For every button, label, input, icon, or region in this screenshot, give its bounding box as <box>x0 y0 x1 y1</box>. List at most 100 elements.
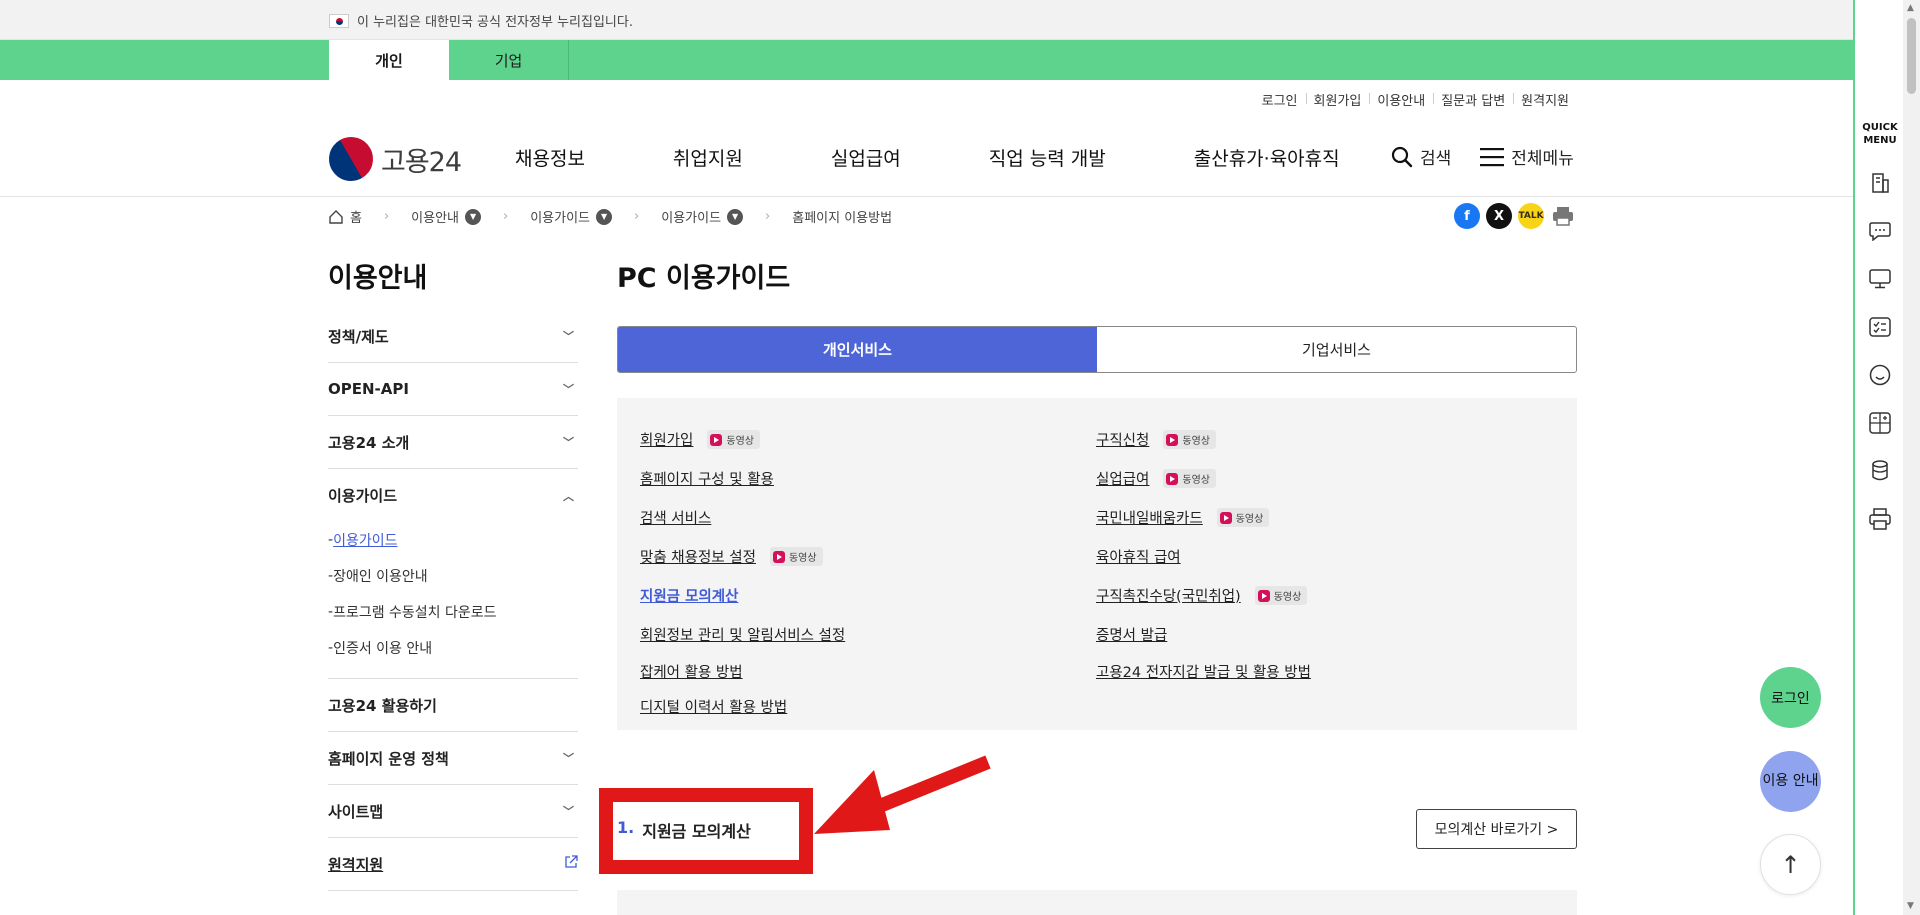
play-icon <box>710 433 723 446</box>
caret-down-icon[interactable]: ▼ <box>596 208 613 225</box>
video-badge[interactable]: 동영상 <box>1163 469 1216 488</box>
guide-link[interactable]: 구직촉진수당(국민취업) <box>1096 585 1241 606</box>
guide-link[interactable]: 증명서 발급 <box>1096 624 1167 645</box>
list-item: 육아휴직 급여 <box>1096 537 1311 576</box>
sidebar-item-label: 사이트맵 <box>328 802 384 821</box>
list-item: 회원정보 관리 및 알림서비스 설정 <box>640 615 845 654</box>
floating-guide-button[interactable]: 이용 안내 <box>1760 751 1821 812</box>
video-badge[interactable]: 동영상 <box>1216 508 1270 527</box>
building-icon[interactable] <box>1868 171 1892 195</box>
nav-employment-support[interactable]: 취업지원 <box>673 144 743 171</box>
scrollbar-thumb[interactable] <box>1907 18 1916 94</box>
sidebar-item-label: 이용가이드 <box>328 487 398 505</box>
nav-jobs[interactable]: 채용정보 <box>515 144 585 171</box>
nav-parental-leave[interactable]: 출산휴가·육아휴직 <box>1194 144 1340 171</box>
tab-business-service[interactable]: 기업서비스 <box>1097 327 1576 372</box>
sidebar-item-use[interactable]: 고용24 활용하기 <box>328 679 578 732</box>
submenu-item-manual-install[interactable]: - 프로그램 수동설치 다운로드 <box>328 594 578 630</box>
list-item: 홈페이지 구성 및 활용 <box>640 459 845 498</box>
tab-personal[interactable]: 개인 <box>329 40 449 80</box>
guide-link[interactable]: 회원정보 관리 및 알림서비스 설정 <box>640 624 845 645</box>
util-signup-link[interactable]: 회원가입 <box>1305 90 1370 109</box>
guide-link[interactable]: 디지털 이력서 활용 방법 <box>640 696 787 717</box>
guide-link[interactable]: 구직신청 <box>1096 429 1149 450</box>
tab-business[interactable]: 기업 <box>449 40 569 80</box>
util-guide-link[interactable]: 이용안내 <box>1369 90 1433 109</box>
submenu-item-guide[interactable]: - 이용가이드 <box>328 522 578 558</box>
guide-link[interactable]: 고용24 전자지갑 발급 및 활용 방법 <box>1096 661 1311 682</box>
scroll-up-icon[interactable]: ▲ <box>1907 3 1914 13</box>
list-item: 고용24 전자지갑 발급 및 활용 방법 <box>1096 654 1311 689</box>
guide-link-active[interactable]: 지원금 모의계산 <box>640 585 738 606</box>
sidebar-item-policy[interactable]: 정책/제도 ﹀ <box>328 310 578 363</box>
guide-link[interactable]: 맞춤 채용정보 설정 <box>640 546 756 567</box>
sidebar-item-open-api[interactable]: OPEN-API ﹀ <box>328 363 578 416</box>
guide-column-right: 구직신청 동영상 실업급여 동영상 국민내일배움카드 동영상 육아휴직 급여 구… <box>1096 420 1311 689</box>
mock-calc-shortcut-button[interactable]: 모의계산 바로가기 > <box>1416 809 1577 849</box>
breadcrumb-item[interactable]: 이용가이드 ▼ <box>661 207 744 226</box>
list-item: 디지털 이력서 활용 방법 <box>640 689 845 724</box>
guide-link[interactable]: 육아휴직 급여 <box>1096 546 1181 567</box>
breadcrumb-label: 이용안내 <box>411 211 460 226</box>
sidebar-item-remote[interactable]: 원격지원 <box>328 838 578 891</box>
guide-link[interactable]: 검색 서비스 <box>640 507 711 528</box>
caret-down-icon[interactable]: ▼ <box>727 208 744 225</box>
guide-link-list: 회원가입 동영상 홈페이지 구성 및 활용 검색 서비스 맞춤 채용정보 설정 … <box>617 398 1577 730</box>
page-title: PC 이용가이드 <box>617 263 791 294</box>
scrollbar[interactable]: ▲ ▼ <box>1903 0 1920 915</box>
util-remote-link[interactable]: 원격지원 <box>1513 90 1577 109</box>
tab-personal-service[interactable]: 개인서비스 <box>618 327 1097 372</box>
scroll-down-icon[interactable]: ▼ <box>1907 901 1914 911</box>
kakaotalk-icon[interactable]: TALK <box>1518 203 1544 229</box>
chevron-right-icon: › <box>634 209 640 224</box>
sidebar-item-about[interactable]: 고용24 소개 ﹀ <box>328 416 578 469</box>
sidebar-item-guide[interactable]: 이용가이드 ︿ <box>328 469 578 522</box>
nav-vocational-training[interactable]: 직업 능력 개발 <box>989 144 1106 171</box>
smile-icon[interactable] <box>1868 363 1892 387</box>
search-button[interactable]: 검색 <box>1390 144 1451 169</box>
site-logo[interactable]: 고용24 <box>320 128 462 190</box>
breadcrumb-item[interactable]: 이용가이드 ▼ <box>530 207 613 226</box>
facebook-icon[interactable]: f <box>1454 203 1480 229</box>
all-menu-label: 전체메뉴 <box>1511 149 1574 169</box>
nav-unemployment-benefit[interactable]: 실업급여 <box>831 144 901 171</box>
util-login-link[interactable]: 로그인 <box>1254 90 1306 109</box>
coins-icon[interactable] <box>1868 459 1892 483</box>
guide-link[interactable]: 회원가입 <box>640 429 693 450</box>
video-badge[interactable]: 동영상 <box>707 430 760 449</box>
video-badge[interactable]: 동영상 <box>1163 430 1216 449</box>
submenu-item-certificate[interactable]: - 인증서 이용 안내 <box>328 630 578 666</box>
util-qna-link[interactable]: 질문과 답변 <box>1433 90 1513 109</box>
sidebar-item-policies[interactable]: 홈페이지 운영 정책 ﹀ <box>328 732 578 785</box>
home-icon <box>329 209 343 224</box>
chat-icon[interactable] <box>1868 219 1892 243</box>
scroll-to-top-button[interactable]: ↑ <box>1760 834 1821 895</box>
breadcrumb-home[interactable]: 홈 <box>328 207 362 226</box>
print-icon[interactable] <box>1550 203 1576 229</box>
guide-link[interactable]: 실업급여 <box>1096 468 1149 489</box>
all-menu-button[interactable]: 전체메뉴 <box>1479 144 1574 169</box>
breadcrumb: 홈 › 이용안내 ▼ › 이용가이드 ▼ › 이용가이드 ▼ › 홈페이지 이용… <box>328 207 892 226</box>
caret-down-icon[interactable]: ▼ <box>465 208 482 225</box>
checklist-icon[interactable] <box>1868 315 1892 339</box>
floating-login-button[interactable]: 로그인 <box>1760 667 1821 728</box>
calculator-icon[interactable] <box>1868 411 1892 435</box>
sidebar-item-sitemap[interactable]: 사이트맵 ﹀ <box>328 785 578 838</box>
guide-link[interactable]: 홈페이지 구성 및 활용 <box>640 468 774 489</box>
sidebar-item-label: 고용24 소개 <box>328 433 410 452</box>
video-badge[interactable]: 동영상 <box>1254 586 1308 605</box>
play-icon <box>1166 433 1179 446</box>
guide-link[interactable]: 잡케어 활용 방법 <box>640 661 743 682</box>
list-item: 잡케어 활용 방법 <box>640 654 845 689</box>
printer-icon[interactable] <box>1868 507 1892 531</box>
guide-link[interactable]: 국민내일배움카드 <box>1096 507 1203 528</box>
breadcrumb-item[interactable]: 이용안내 ▼ <box>411 207 482 226</box>
chevron-down-icon: ﹀ <box>563 805 574 818</box>
video-badge[interactable]: 동영상 <box>769 547 823 566</box>
monitor-icon[interactable] <box>1868 267 1892 291</box>
annotation-arrow-icon <box>814 755 991 834</box>
sidebar-item-label: 정책/제도 <box>328 327 389 346</box>
chevron-up-icon: ︿ <box>563 489 574 503</box>
x-icon[interactable]: X <box>1486 203 1512 229</box>
submenu-item-disabled-guide[interactable]: - 장애인 이용안내 <box>328 558 578 594</box>
